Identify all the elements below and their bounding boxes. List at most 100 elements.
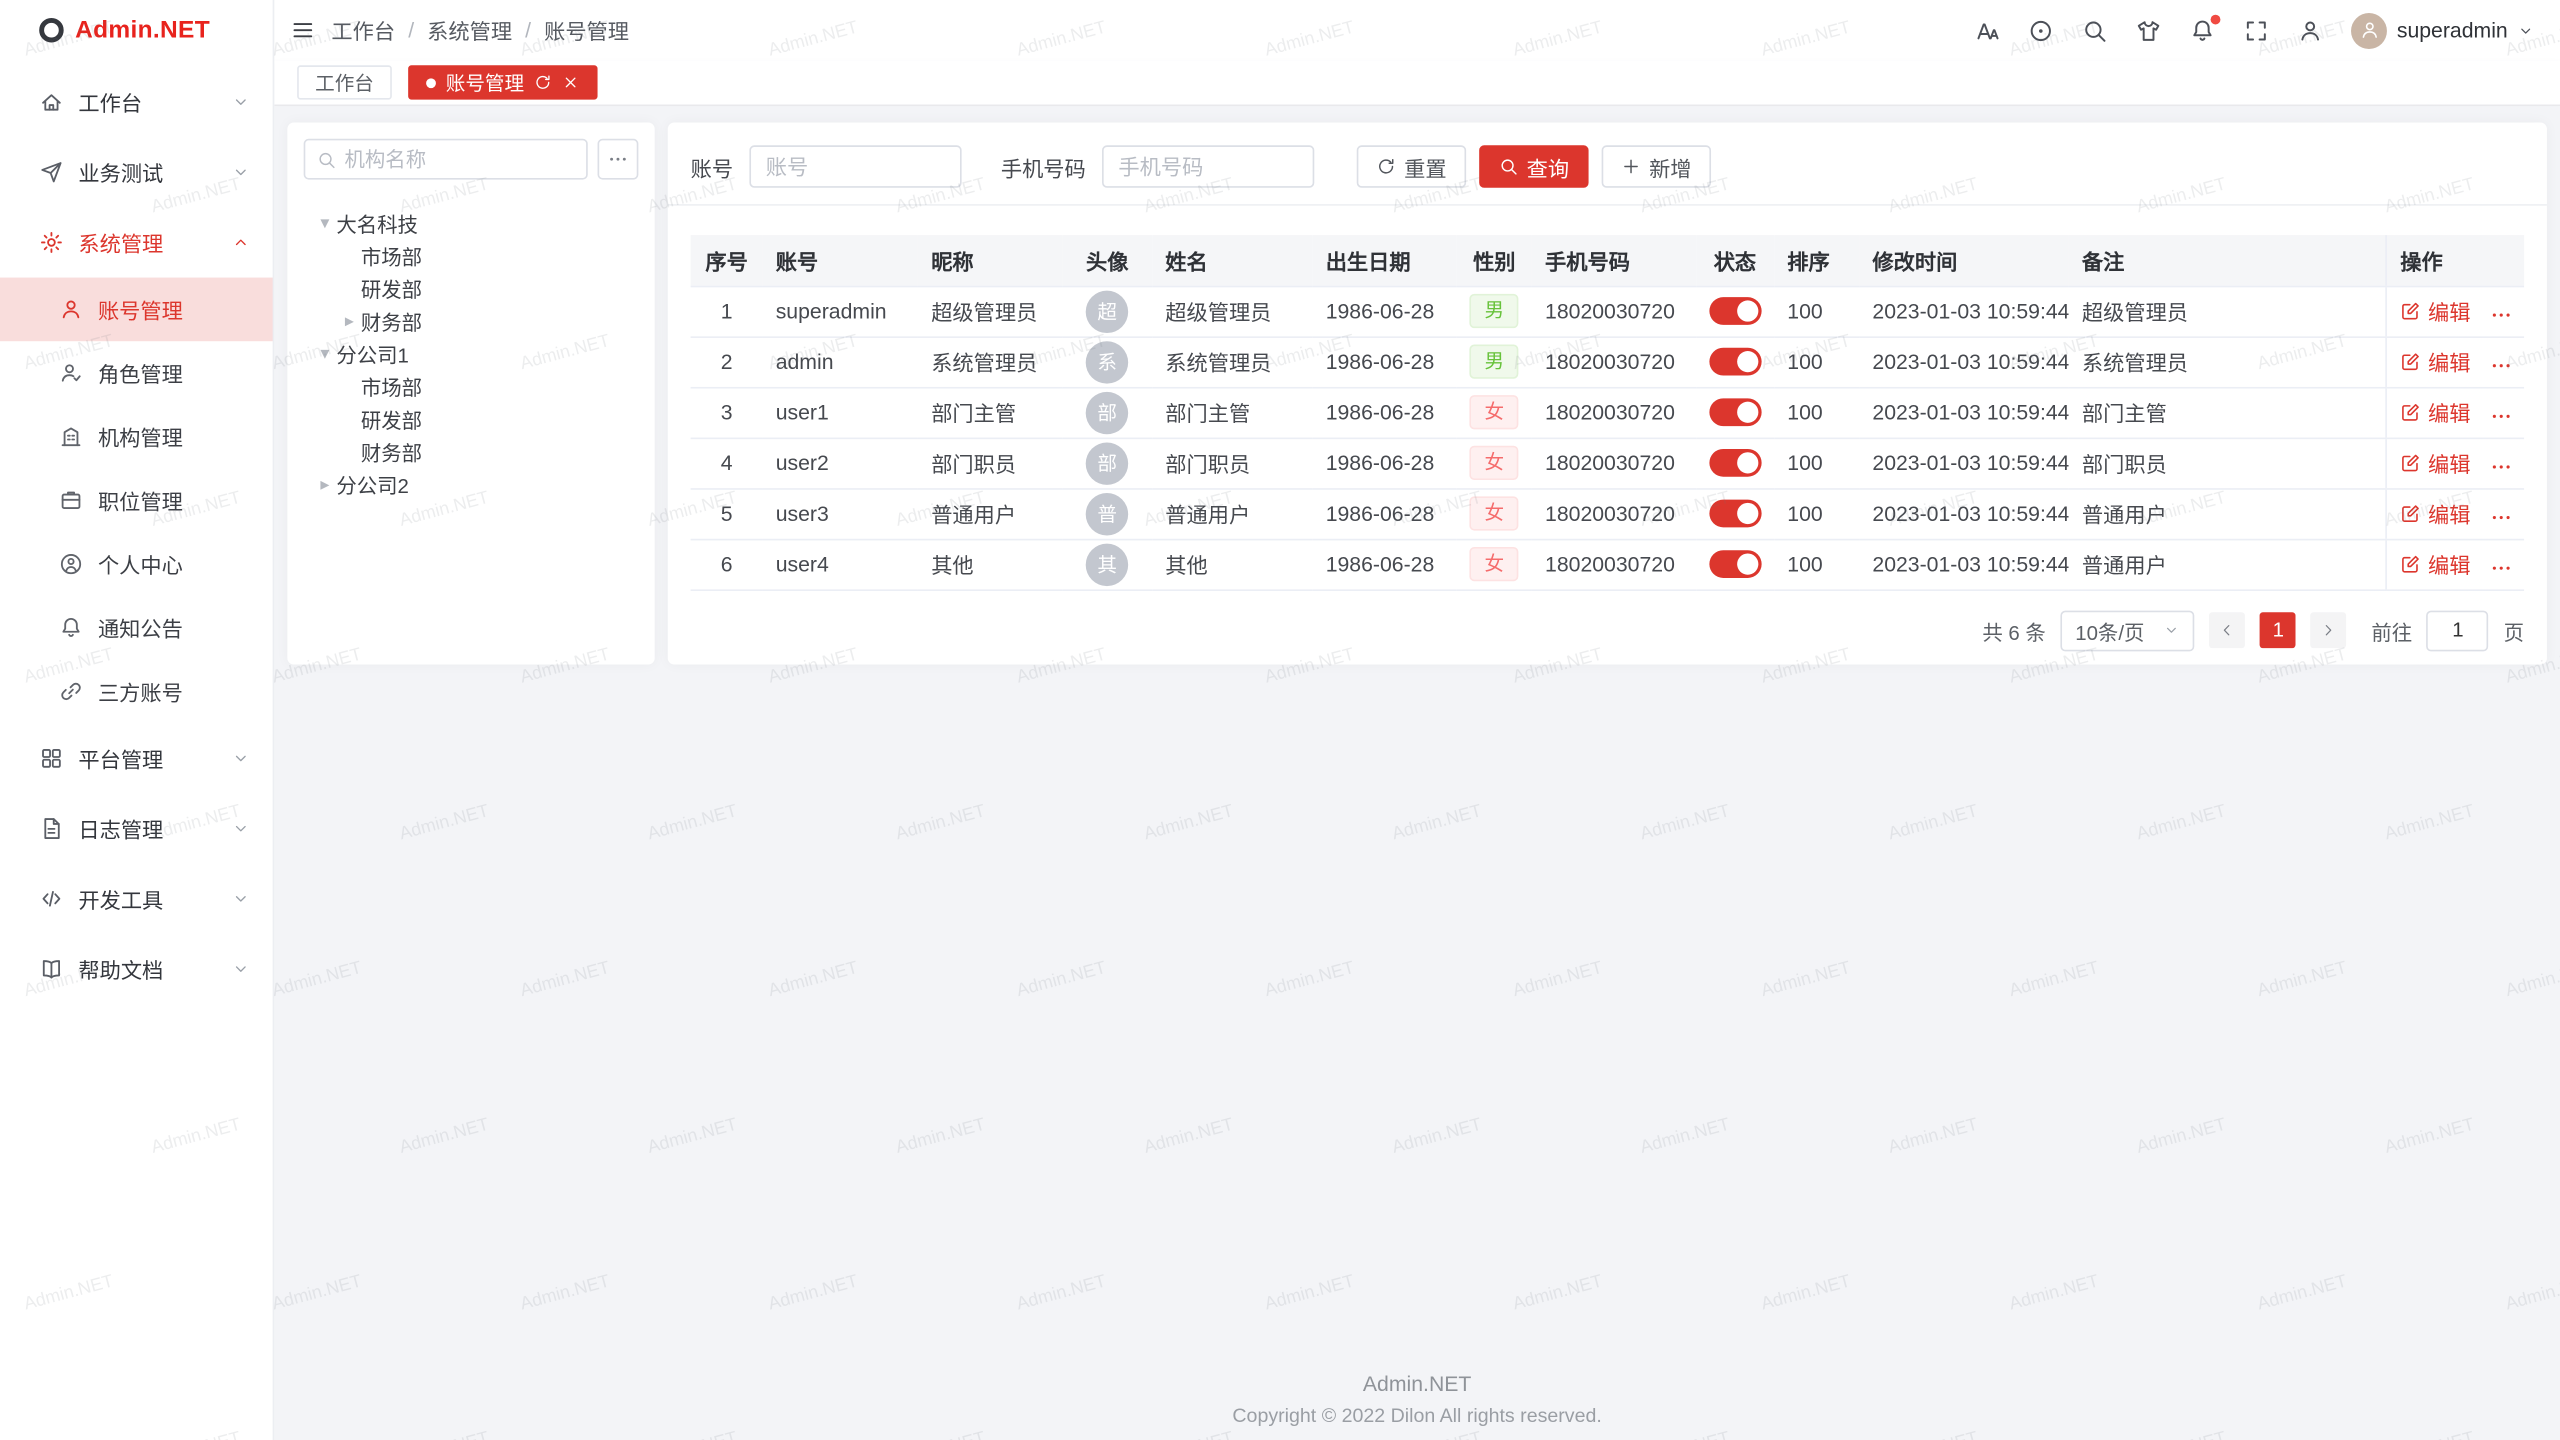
home-icon: [39, 90, 63, 114]
toggle-knob: [1737, 351, 1758, 372]
chevron-down-icon: [232, 890, 250, 908]
tree-node-0[interactable]: ▾大名科技: [304, 206, 639, 239]
edit-button[interactable]: 编辑: [2400, 346, 2470, 377]
org-search-input[interactable]: [344, 148, 574, 171]
circle-dot-icon[interactable]: [2028, 17, 2054, 43]
ellipsis-icon: [2490, 456, 2513, 479]
close-tab-icon[interactable]: [562, 73, 580, 91]
reset-button[interactable]: 重置: [1357, 145, 1466, 187]
next-page-button[interactable]: [2311, 612, 2347, 648]
edit-button[interactable]: 编辑: [2400, 497, 2470, 528]
content-area: ▾大名科技市场部研发部▸财务部▾分公司1市场部研发部财务部▸分公司2 账号 手机…: [274, 106, 2560, 1440]
sidebar-item-6[interactable]: 帮助文档: [0, 934, 273, 1004]
tree-node-2[interactable]: 研发部: [304, 271, 639, 304]
status-toggle[interactable]: [1709, 500, 1761, 528]
cell-birthdate: 1986-06-28: [1313, 488, 1457, 539]
caret-right-icon[interactable]: ▸: [338, 309, 361, 330]
row-more-button[interactable]: [2490, 304, 2513, 327]
sidebar-subitem-2-6[interactable]: 三方账号: [0, 660, 273, 724]
status-toggle[interactable]: [1709, 348, 1761, 376]
user-menu[interactable]: superadmin: [2351, 12, 2534, 48]
chevron-up-icon: [232, 233, 250, 251]
tree-node-label: 研发部: [361, 272, 422, 303]
toggle-knob: [1737, 503, 1758, 524]
search-icon[interactable]: [2082, 17, 2108, 43]
notifications-button[interactable]: [2189, 17, 2215, 43]
sidebar-subitem-2-0[interactable]: 账号管理: [0, 278, 273, 342]
tree-node-3[interactable]: ▸财务部: [304, 304, 639, 337]
goto-page-input[interactable]: [2427, 610, 2489, 651]
role-icon: [59, 361, 83, 385]
cell-name: 系统管理员: [1152, 336, 1312, 387]
gender-badge: 男: [1470, 344, 1519, 378]
edit-button[interactable]: 编辑: [2400, 447, 2470, 478]
row-more-button[interactable]: [2490, 355, 2513, 378]
caret-down-icon[interactable]: ▾: [313, 342, 336, 363]
sidebar-collapse-button[interactable]: [291, 18, 315, 42]
row-more-button[interactable]: [2490, 405, 2513, 428]
sidebar-subitem-2-3[interactable]: 职位管理: [0, 469, 273, 533]
sidebar: Admin.NET 工作台业务测试系统管理账号管理角色管理机构管理职位管理个人中…: [0, 0, 274, 1440]
sidebar-item-2[interactable]: 系统管理: [0, 207, 273, 277]
sidebar-item-4[interactable]: 日志管理: [0, 793, 273, 863]
chevron-down-icon: [2164, 622, 2180, 638]
fullscreen-icon[interactable]: [2243, 17, 2269, 43]
refresh-tab-icon[interactable]: [534, 73, 552, 91]
caret-right-icon[interactable]: ▸: [313, 473, 336, 494]
status-toggle[interactable]: [1709, 449, 1761, 477]
account-filter-input[interactable]: [749, 145, 961, 187]
row-more-button[interactable]: [2490, 507, 2513, 530]
avatar: 部: [1086, 391, 1128, 433]
sidebar-subitem-2-1[interactable]: 角色管理: [0, 341, 273, 405]
caret-down-icon[interactable]: ▾: [313, 211, 336, 232]
prev-page-button[interactable]: [2210, 612, 2246, 648]
row-more-button[interactable]: [2490, 456, 2513, 479]
sidebar-subitem-2-5[interactable]: 通知公告: [0, 596, 273, 660]
sidebar-item-0[interactable]: 工作台: [0, 67, 273, 137]
sidebar-item-1[interactable]: 业务测试: [0, 137, 273, 207]
phone-filter-input[interactable]: [1102, 145, 1314, 187]
edit-button[interactable]: 编辑: [2400, 396, 2470, 427]
add-button[interactable]: 新增: [1602, 145, 1711, 187]
tree-node-7[interactable]: 财务部: [304, 434, 639, 467]
cell-name: 普通用户: [1152, 488, 1312, 539]
row-more-button[interactable]: [2490, 557, 2513, 580]
search-icon: [1499, 157, 1519, 177]
status-toggle[interactable]: [1709, 297, 1761, 325]
org-more-button[interactable]: [598, 139, 639, 180]
page-size-select[interactable]: 10条/页: [2061, 610, 2196, 651]
edit-button[interactable]: 编辑: [2400, 295, 2470, 326]
current-page-button[interactable]: 1: [2260, 612, 2296, 648]
tab-workbench[interactable]: 工作台: [297, 65, 392, 99]
sidebar-item-3[interactable]: 平台管理: [0, 723, 273, 793]
user-icon[interactable]: [2297, 17, 2323, 43]
cell-remark: 超级管理员: [2069, 286, 2387, 337]
breadcrumb-item-workbench[interactable]: 工作台: [331, 15, 395, 46]
cell-sort: 100: [1774, 387, 1859, 438]
cell-avatar: 超: [1062, 286, 1152, 337]
tree-node-8[interactable]: ▸分公司2: [304, 467, 639, 500]
edit-button[interactable]: 编辑: [2400, 548, 2470, 579]
cell-phone: 18020030720: [1532, 286, 1696, 337]
font-size-icon[interactable]: [1974, 17, 2000, 43]
sidebar-item-5[interactable]: 开发工具: [0, 864, 273, 934]
tree-node-1[interactable]: 市场部: [304, 238, 639, 271]
tree-node-label: 市场部: [361, 239, 422, 270]
logo-text: Admin.NET: [75, 16, 210, 44]
tree-node-6[interactable]: 研发部: [304, 402, 639, 435]
sidebar-subitem-2-2[interactable]: 机构管理: [0, 405, 273, 469]
theme-skin-icon[interactable]: [2136, 17, 2162, 43]
status-toggle[interactable]: [1709, 398, 1761, 426]
query-button[interactable]: 查询: [1479, 145, 1588, 187]
tree-node-label: 市场部: [361, 370, 422, 401]
cell-status: [1696, 336, 1775, 387]
org-tree-panel: ▾大名科技市场部研发部▸财务部▾分公司1市场部研发部财务部▸分公司2: [287, 122, 654, 664]
tab-account-mgmt[interactable]: 账号管理: [408, 65, 597, 99]
edit-label: 编辑: [2428, 396, 2470, 427]
tree-node-5[interactable]: 市场部: [304, 369, 639, 402]
breadcrumb-item-system[interactable]: 系统管理: [427, 15, 512, 46]
tree-node-4[interactable]: ▾分公司1: [304, 336, 639, 369]
account-icon: [59, 297, 83, 321]
sidebar-subitem-2-4[interactable]: 个人中心: [0, 532, 273, 596]
status-toggle[interactable]: [1709, 550, 1761, 578]
